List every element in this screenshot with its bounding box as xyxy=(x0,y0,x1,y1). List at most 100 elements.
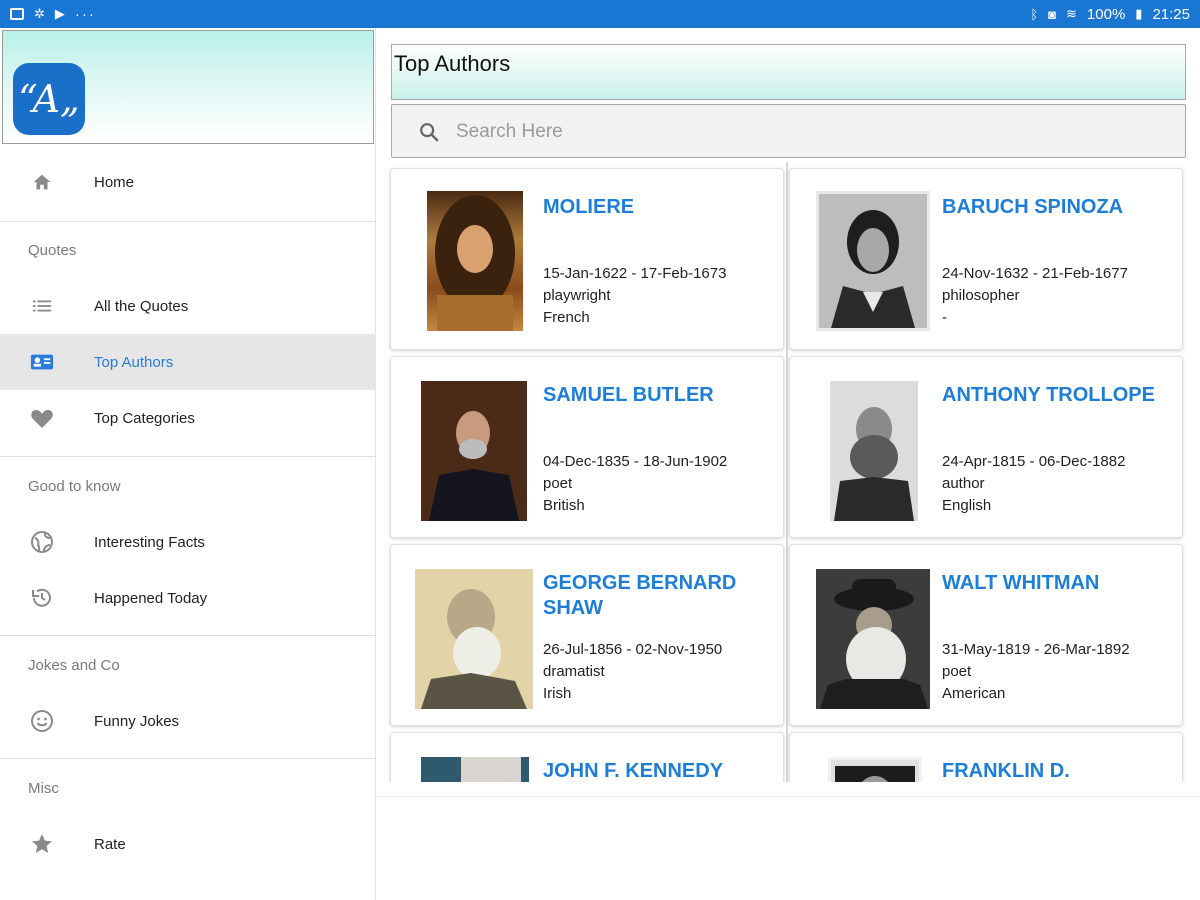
author-card-walt-whitman[interactable]: WALT WHITMAN 31-May-1819 - 26-Mar-1892 p… xyxy=(789,544,1183,726)
search-input[interactable] xyxy=(456,117,1156,147)
page-title-bar: Top Authors xyxy=(391,44,1186,100)
author-name: BARUCH SPINOZA xyxy=(942,196,1124,218)
bluetooth-icon: ᛒ xyxy=(1030,6,1039,22)
nav-item-rate[interactable]: Rate xyxy=(0,816,376,872)
author-portrait xyxy=(415,569,533,709)
section-header-misc: Misc xyxy=(28,780,59,797)
history-icon xyxy=(30,586,54,610)
authors-grid: MOLIERE 15-Jan-1622 - 17-Feb-1673 playwr… xyxy=(387,162,1190,782)
status-bar-right: ᛒ ◙ ≋ 100% ▮ 21:25 xyxy=(1030,6,1190,23)
author-profession: philosopher xyxy=(942,287,1020,304)
nav-label-interesting-facts: Interesting Facts xyxy=(94,533,205,551)
main-content: Top Authors MOLIERE 15-Jan-1622 - 17-Feb… xyxy=(377,28,1200,900)
search-bar[interactable] xyxy=(391,104,1186,158)
author-portrait xyxy=(830,381,918,521)
nfc-icon: ◙ xyxy=(1048,6,1057,22)
settings-notification-icon: ✲ xyxy=(34,6,45,21)
app-logo: “A„ xyxy=(13,63,85,135)
smiley-icon xyxy=(30,709,54,733)
nav-item-top-categories[interactable]: Top Categories xyxy=(0,390,376,446)
nav-item-all-quotes[interactable]: All the Quotes xyxy=(0,278,376,334)
author-profession: author xyxy=(942,475,985,492)
author-profession: playwright xyxy=(543,287,611,304)
author-portrait xyxy=(816,569,930,709)
author-card-franklin-d[interactable]: FRANKLIN D. xyxy=(789,732,1183,782)
divider xyxy=(0,758,376,759)
author-nationality: American xyxy=(942,685,1006,702)
status-bar-left: ✲ ▶ ··· xyxy=(10,6,96,23)
nav-item-happened-today[interactable]: Happened Today xyxy=(0,570,376,626)
author-name: ANTHONY TROLLOPE xyxy=(942,384,1155,406)
author-portrait xyxy=(421,757,529,782)
nav-label-all-quotes: All the Quotes xyxy=(94,297,189,315)
nav-item-funny-jokes[interactable]: Funny Jokes xyxy=(0,693,376,749)
author-dates: 15-Jan-1622 - 17-Feb-1673 xyxy=(543,265,727,282)
heart-icon xyxy=(30,406,54,430)
app-logo-text: “A„ xyxy=(18,77,80,121)
video-notification-icon: ▶ xyxy=(54,6,65,21)
nav-label-rate: Rate xyxy=(94,835,126,853)
author-profession: dramatist xyxy=(543,663,605,680)
nav-label-funny-jokes: Funny Jokes xyxy=(94,712,180,730)
author-card-john-f-kennedy[interactable]: JOHN F. KENNEDY xyxy=(390,732,784,782)
empty-area xyxy=(377,796,1200,900)
star-icon xyxy=(30,832,54,856)
author-name: SAMUEL BUTLER xyxy=(543,384,714,406)
author-nationality: Irish xyxy=(543,685,572,702)
author-name: FRANKLIN D. xyxy=(942,760,1070,782)
author-name: GEORGE BERNARD SHAW xyxy=(543,572,737,619)
divider xyxy=(0,221,376,222)
author-portrait xyxy=(828,757,922,782)
nav-label-top-authors: Top Authors xyxy=(94,353,174,371)
author-dates: 26-Jul-1856 - 02-Nov-1950 xyxy=(543,641,723,658)
author-card-baruch-spinoza[interactable]: BARUCH SPINOZA 24-Nov-1632 - 21-Feb-1677… xyxy=(789,168,1183,350)
contact-card-icon xyxy=(30,350,54,374)
battery-icon: ▮ xyxy=(1135,6,1143,21)
author-dates: 31-May-1819 - 26-Mar-1892 xyxy=(942,641,1130,658)
nav-item-top-authors[interactable]: Top Authors xyxy=(0,334,376,390)
author-name: JOHN F. KENNEDY xyxy=(543,760,724,782)
author-dates: 24-Apr-1815 - 06-Dec-1882 xyxy=(942,453,1126,470)
nav-item-home[interactable]: Home xyxy=(0,154,376,210)
author-portrait xyxy=(816,191,930,331)
author-portrait xyxy=(427,191,523,331)
grid-divider xyxy=(786,162,788,782)
author-profession: poet xyxy=(942,663,972,680)
drawer-header: “A„ xyxy=(2,30,374,144)
search-icon[interactable] xyxy=(418,121,440,143)
section-header-good-to-know: Good to know xyxy=(28,478,121,495)
home-icon xyxy=(30,170,54,194)
author-nationality: French xyxy=(543,309,590,326)
list-icon xyxy=(30,294,54,318)
nav-item-interesting-facts[interactable]: Interesting Facts xyxy=(0,514,376,570)
author-nationality: English xyxy=(942,497,992,514)
divider xyxy=(0,635,376,636)
author-nationality: - xyxy=(942,309,947,326)
more-notifications-icon: ··· xyxy=(74,5,96,23)
battery-level: 100% xyxy=(1086,5,1126,23)
section-header-jokes: Jokes and Co xyxy=(28,657,120,674)
clock: 21:25 xyxy=(1152,5,1190,23)
section-header-quotes: Quotes xyxy=(28,242,77,259)
globe-icon xyxy=(30,530,54,554)
author-portrait xyxy=(421,381,527,521)
author-card-anthony-trollope[interactable]: ANTHONY TROLLOPE 24-Apr-1815 - 06-Dec-18… xyxy=(789,356,1183,538)
author-card-moliere[interactable]: MOLIERE 15-Jan-1622 - 17-Feb-1673 playwr… xyxy=(390,168,784,350)
author-card-george-bernard-shaw[interactable]: GEORGE BERNARD SHAW 26-Jul-1856 - 02-Nov… xyxy=(390,544,784,726)
author-name: WALT WHITMAN xyxy=(942,572,1100,594)
page-title: Top Authors xyxy=(394,51,511,76)
wifi-icon: ≋ xyxy=(1066,6,1077,21)
nav-label-top-categories: Top Categories xyxy=(94,409,195,427)
divider xyxy=(0,456,376,457)
author-nationality: British xyxy=(543,497,585,514)
author-dates: 04-Dec-1835 - 18-Jun-1902 xyxy=(543,453,728,470)
nav-label-home: Home xyxy=(94,173,135,191)
author-card-samuel-butler[interactable]: SAMUEL BUTLER 04-Dec-1835 - 18-Jun-1902 … xyxy=(390,356,784,538)
nav-label-happened-today: Happened Today xyxy=(94,589,208,607)
gallery-notification-icon xyxy=(10,8,24,20)
status-bar: ✲ ▶ ··· ᛒ ◙ ≋ 100% ▮ 21:25 xyxy=(0,0,1200,28)
navigation-drawer: “A„ Home Quotes All the Quotes Top Autho… xyxy=(0,28,376,900)
author-name: MOLIERE xyxy=(543,196,635,218)
author-dates: 24-Nov-1632 - 21-Feb-1677 xyxy=(942,265,1128,282)
author-profession: poet xyxy=(543,475,573,492)
